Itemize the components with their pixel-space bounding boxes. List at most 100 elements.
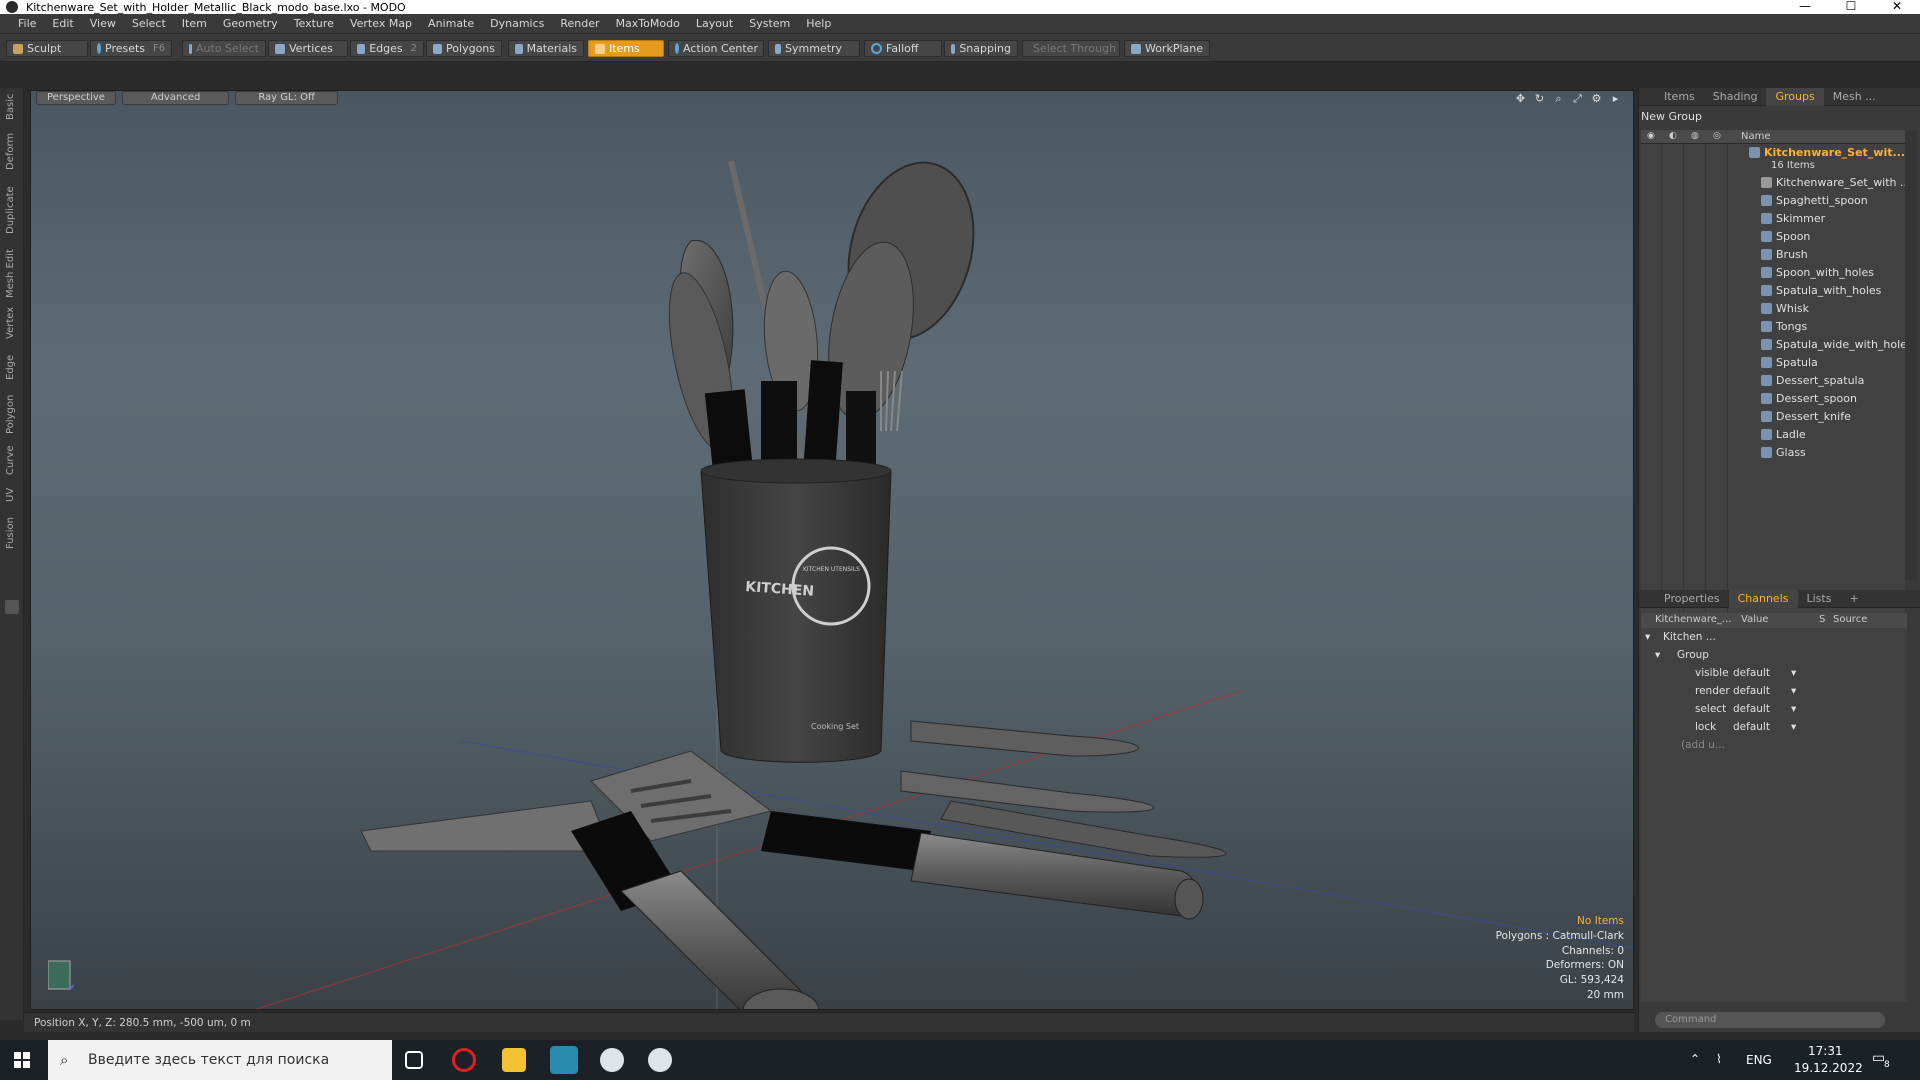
tab-fusion[interactable]: Fusion (2, 514, 22, 552)
channel-row[interactable]: visible default ▾ (1641, 664, 1907, 682)
settings-gear-icon[interactable]: ⚙ (1590, 93, 1603, 106)
dropdown-arrow-icon[interactable]: ▾ (1791, 667, 1796, 679)
new-group-button[interactable]: New Group (1641, 110, 1702, 123)
vertices-button[interactable]: Vertices (268, 40, 348, 57)
menu-vertex-map[interactable]: Vertex Map (342, 17, 420, 30)
viewport-info-overlay: No Items Polygons : Catmull-Clark Channe… (1496, 914, 1624, 1003)
render-icon[interactable]: ◐ (1669, 131, 1677, 141)
polygons-button[interactable]: Polygons (426, 40, 502, 57)
menu-render[interactable]: Render (552, 17, 607, 30)
3d-viewport[interactable]: KITCHEN KITCHEN UTENSILS Cooking Set (30, 90, 1634, 1010)
dropdown-arrow-icon[interactable]: ▾ (1791, 685, 1796, 697)
command-input[interactable]: Command (1655, 1012, 1885, 1028)
channel-tree-group[interactable]: ▾ Group (1641, 646, 1907, 664)
network-icon[interactable]: ⌇ (1716, 1052, 1722, 1066)
tab-basic[interactable]: Basic (2, 94, 22, 120)
channels-source-header[interactable]: Source (1833, 614, 1867, 625)
tab-deform[interactable]: Deform (2, 132, 22, 170)
groups-scrollbar[interactable] (1905, 130, 1917, 580)
sculpt-button[interactable]: Sculpt (6, 40, 88, 57)
task-view-icon[interactable] (405, 1051, 423, 1069)
language-indicator[interactable]: ENG (1746, 1053, 1772, 1067)
channel-row[interactable]: select default ▾ (1641, 700, 1907, 718)
add-user-channel[interactable]: (add u... (1641, 736, 1907, 754)
menu-maxtomodo[interactable]: MaxToModo (608, 17, 688, 30)
presets-button[interactable]: Presets F6 (90, 40, 172, 57)
channels-name-header[interactable]: Kitchenware_... (1655, 614, 1731, 625)
tab-channels[interactable]: Channels (1728, 589, 1798, 608)
minimize-button[interactable]: — (1782, 0, 1828, 14)
expand-arrow-icon[interactable]: ▸ (1609, 93, 1622, 106)
menu-file[interactable]: File (10, 17, 44, 30)
shading-dropdown[interactable]: Advanced (121, 91, 230, 105)
falloff-button[interactable]: Falloff (864, 40, 942, 57)
tab-mesh[interactable]: Mesh ... (1824, 88, 1885, 106)
opera-browser-icon[interactable] (452, 1048, 476, 1072)
close-button[interactable]: ✕ (1874, 0, 1920, 14)
maximize-button[interactable]: ☐ (1828, 0, 1874, 14)
items-button[interactable]: Items (588, 40, 664, 57)
menu-geometry[interactable]: Geometry (215, 17, 286, 30)
auto-select-button[interactable]: Auto Select (182, 40, 266, 57)
tab-curve[interactable]: Curve (2, 444, 22, 476)
menu-texture[interactable]: Texture (286, 17, 342, 30)
action-center-button[interactable]: Action Center (668, 40, 764, 57)
zoom-icon[interactable]: ⌕ (1552, 93, 1565, 106)
panel-toggle-icon[interactable] (5, 600, 19, 614)
add-tab-button[interactable]: + (1840, 590, 1867, 608)
windows-start-icon[interactable] (14, 1052, 30, 1068)
menu-system[interactable]: System (741, 17, 798, 30)
tab-vertex[interactable]: Vertex (2, 304, 22, 342)
name-column-header[interactable]: Name (1741, 131, 1771, 142)
select-icon[interactable]: ◎ (1713, 131, 1721, 141)
tab-groups[interactable]: Groups (1766, 87, 1824, 106)
snapping-button[interactable]: Snapping (944, 40, 1018, 57)
menu-layout[interactable]: Layout (688, 17, 741, 30)
tab-mesh-edit[interactable]: Mesh Edit (2, 248, 22, 300)
menu-dynamics[interactable]: Dynamics (482, 17, 552, 30)
channel-tree-root[interactable]: ▾ Kitchen ... (1641, 628, 1907, 646)
materials-button[interactable]: Materials (508, 40, 584, 57)
symmetry-button[interactable]: Symmetry (768, 40, 860, 57)
channels-value-header[interactable]: Value (1741, 614, 1768, 625)
pan-icon[interactable]: ✥ (1514, 93, 1527, 106)
tab-properties[interactable]: Properties (1655, 590, 1729, 608)
tab-shading[interactable]: Shading (1704, 88, 1767, 106)
tab-duplicate[interactable]: Duplicate (2, 184, 22, 236)
modo-taskbar-icon[interactable] (550, 1046, 578, 1074)
clock-date[interactable]: 19.12.2022 (1794, 1061, 1863, 1075)
menu-select[interactable]: Select (124, 17, 174, 30)
tab-lists[interactable]: Lists (1798, 590, 1841, 608)
expand-triangle-icon[interactable]: ▾ (1645, 631, 1650, 643)
app-circle-icon-2[interactable] (648, 1048, 672, 1072)
rotate-icon[interactable]: ↻ (1533, 93, 1546, 106)
tab-polygon[interactable]: Polygon (2, 392, 22, 436)
fit-icon[interactable]: ⤢ (1571, 93, 1584, 106)
workplane-button[interactable]: WorkPlane (1124, 40, 1210, 57)
file-explorer-icon[interactable] (502, 1048, 526, 1072)
menu-view[interactable]: View (82, 17, 124, 30)
menu-help[interactable]: Help (798, 17, 839, 30)
lock-icon[interactable]: ◍ (1691, 131, 1699, 141)
dropdown-arrow-icon[interactable]: ▾ (1791, 703, 1796, 715)
channels-s-header[interactable]: S (1819, 614, 1825, 625)
taskbar-search-input[interactable]: Введите здесь текст для поиска (48, 1040, 392, 1080)
app-circle-icon-1[interactable] (600, 1048, 624, 1072)
edges-button[interactable]: Edges 2 (350, 40, 424, 57)
tab-uv[interactable]: UV (2, 484, 22, 506)
menu-edit[interactable]: Edit (44, 17, 81, 30)
select-through-button[interactable]: Select Through (1022, 40, 1120, 57)
view-mode-dropdown[interactable]: Perspective (36, 91, 116, 105)
menu-animate[interactable]: Animate (420, 17, 482, 30)
tray-chevron-icon[interactable]: ⌃ (1690, 1052, 1700, 1066)
clock-time[interactable]: 17:31 (1808, 1044, 1843, 1058)
visibility-eye-icon[interactable]: ◉ (1647, 131, 1655, 141)
menu-item[interactable]: Item (174, 17, 215, 30)
expand-triangle-icon[interactable]: ▾ (1655, 649, 1660, 661)
dropdown-arrow-icon[interactable]: ▾ (1791, 721, 1796, 733)
channel-row[interactable]: render default ▾ (1641, 682, 1907, 700)
raygl-dropdown[interactable]: Ray GL: Off (235, 91, 338, 105)
tab-edge[interactable]: Edge (2, 352, 22, 382)
channel-row[interactable]: lock default ▾ (1641, 718, 1907, 736)
tab-items[interactable]: Items (1655, 88, 1704, 106)
